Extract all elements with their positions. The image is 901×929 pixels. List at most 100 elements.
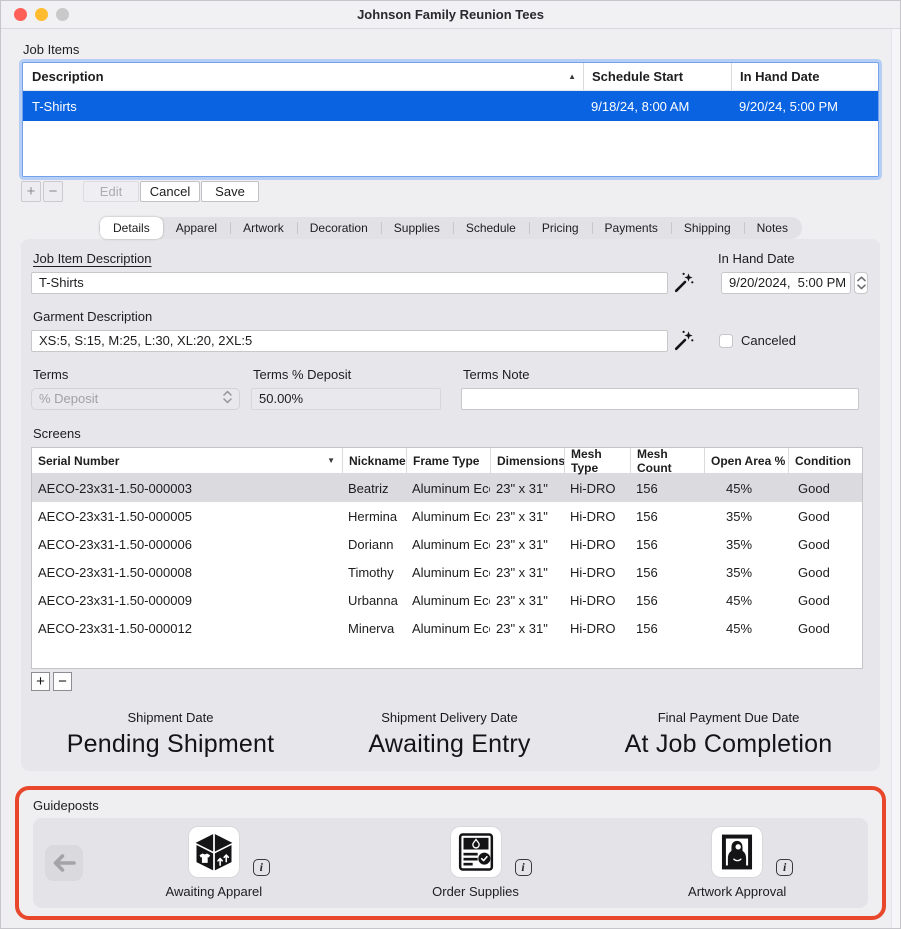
guidepost-label: Order Supplies [432, 884, 519, 899]
chevron-down-icon [857, 284, 866, 290]
screens-cell: 156 [630, 565, 704, 580]
screens-cell: 156 [630, 481, 704, 496]
screens-column-header[interactable]: Serial Number▼ [32, 448, 342, 473]
screens-cell: Good [788, 621, 862, 636]
column-header-in-hand-date[interactable]: In Hand Date [731, 63, 878, 90]
garment-description-input[interactable]: XS:5, S:15, M:25, L:30, XL:20, 2XL:5 [31, 330, 668, 352]
chevron-up-icon [857, 276, 866, 282]
column-header-label: Condition [795, 454, 851, 468]
info-icon[interactable]: i [515, 859, 532, 876]
remove-screen-button[interactable]: − [53, 672, 72, 691]
screens-cell: 23" x 31" [490, 565, 564, 580]
remove-job-item-button[interactable]: − [43, 181, 63, 202]
guideposts-label: Guideposts [33, 798, 882, 813]
tab-payments[interactable]: Payments [592, 217, 671, 239]
screens-cell: 23" x 31" [490, 621, 564, 636]
tab-notes[interactable]: Notes [744, 217, 801, 239]
screens-cell: Good [788, 481, 862, 496]
terms-deposit-field[interactable]: 50.00% [251, 388, 441, 410]
screens-column-header[interactable]: Open Area % [704, 448, 788, 473]
canceled-checkbox[interactable] [719, 334, 733, 348]
tab-decoration[interactable]: Decoration [297, 217, 381, 239]
screens-cell: 35% [704, 537, 788, 552]
job-item-description-cell: T-Shirts [23, 91, 583, 121]
screens-column-header[interactable]: Nickname [342, 448, 406, 473]
cancel-button[interactable]: Cancel [140, 181, 200, 202]
tab-supplies[interactable]: Supplies [381, 217, 453, 239]
screens-column-header[interactable]: Dimensions [490, 448, 564, 473]
screens-cell: Hi-DRO [564, 481, 630, 496]
screens-row[interactable]: AECO-23x31-1.50-000003BeatrizAluminum Ec… [32, 474, 862, 502]
back-button[interactable] [45, 845, 83, 881]
info-icon[interactable]: i [776, 859, 793, 876]
save-button[interactable]: Save [201, 181, 259, 202]
screens-cell: AECO-23x31-1.50-000012 [32, 621, 342, 636]
minimize-button[interactable] [35, 8, 48, 21]
shipment-date-label: Shipment Date [31, 710, 310, 725]
screens-cell: Hi-DRO [564, 593, 630, 608]
terms-note-label: Terms Note [463, 367, 861, 383]
add-screen-button[interactable]: + [31, 672, 50, 691]
final-payment-due-date-label: Final Payment Due Date [589, 710, 868, 725]
screens-row[interactable]: AECO-23x31-1.50-000006DoriannAluminum Ec… [32, 530, 862, 558]
magic-wand-icon[interactable] [673, 330, 695, 352]
job-item-in-hand-date-cell: 9/20/24, 5:00 PM [731, 91, 878, 121]
column-header-description[interactable]: Description ▲ [23, 63, 583, 90]
screens-cell: 23" x 31" [490, 509, 564, 524]
final-payment-due-date-value: At Job Completion [589, 730, 868, 759]
screens-row[interactable]: AECO-23x31-1.50-000008TimothyAluminum Ec… [32, 558, 862, 586]
screens-cell: 23" x 31" [490, 537, 564, 552]
tab-schedule[interactable]: Schedule [453, 217, 529, 239]
screens-column-header[interactable]: Condition [788, 448, 862, 473]
guidepost-artwork-approval[interactable]: i Artwork Approval [606, 827, 868, 899]
sort-ascending-icon: ▲ [568, 72, 576, 81]
in-hand-date-input[interactable]: 9/20/2024, 5:00 PM [721, 272, 851, 294]
column-header-schedule-start[interactable]: Schedule Start [583, 63, 731, 90]
supplies-order-icon[interactable] [451, 827, 501, 877]
guideposts-section-highlighted: Guideposts [15, 786, 886, 920]
framed-artwork-icon[interactable] [712, 827, 762, 877]
tab-pricing[interactable]: Pricing [529, 217, 592, 239]
tab-apparel[interactable]: Apparel [163, 217, 230, 239]
canceled-label: Canceled [741, 333, 796, 348]
tab-shipping[interactable]: Shipping [671, 217, 744, 239]
package-box-icon[interactable] [189, 827, 239, 877]
screens-cell: 45% [704, 481, 788, 496]
screens-header-row: Serial Number▼NicknameFrame Type Dimensio… [32, 448, 862, 474]
guidepost-label: Awaiting Apparel [166, 884, 263, 899]
guideposts-panel: i Awaiting Apparel [33, 818, 868, 908]
magic-wand-icon[interactable] [673, 272, 695, 294]
screens-row[interactable]: AECO-23x31-1.50-000012MinervaAluminum Ec… [32, 614, 862, 642]
terms-dropdown[interactable]: % Deposit [31, 388, 240, 410]
guidepost-awaiting-apparel[interactable]: i Awaiting Apparel [83, 827, 345, 899]
info-icon[interactable]: i [253, 859, 270, 876]
job-items-table: Description ▲ Schedule Start In Hand Dat… [22, 62, 879, 177]
main-content: Job Items Description ▲ Schedule Start I… [1, 42, 900, 920]
column-header-label: Dimensions [497, 454, 565, 468]
tab-artwork[interactable]: Artwork [230, 217, 297, 239]
tab-details[interactable]: Details [100, 217, 163, 239]
screens-cell: Beatriz [342, 481, 406, 496]
screens-cell: 35% [704, 565, 788, 580]
screens-column-header[interactable]: Frame Type [406, 448, 490, 473]
screens-cell: Good [788, 537, 862, 552]
screens-cell: Aluminum Eco [406, 565, 490, 580]
job-item-row-selected[interactable]: T-Shirts 9/18/24, 8:00 AM 9/20/24, 5:00 … [23, 91, 878, 121]
garment-description-label: Garment Description [33, 309, 152, 325]
screens-cell: Aluminum Eco [406, 509, 490, 524]
screens-cell: Urbanna [342, 593, 406, 608]
screens-cell: Aluminum Eco [406, 537, 490, 552]
screens-row[interactable]: AECO-23x31-1.50-000009UrbannaAluminum Ec… [32, 586, 862, 614]
add-job-item-button[interactable]: + [21, 181, 41, 202]
screens-column-header[interactable]: Mesh Type [564, 448, 630, 473]
date-stepper-control[interactable] [854, 272, 868, 294]
terms-note-input[interactable] [461, 388, 859, 410]
job-item-description-input[interactable]: T-Shirts [31, 272, 668, 294]
close-button[interactable] [14, 8, 27, 21]
screens-row[interactable]: AECO-23x31-1.50-000005HerminaAluminum Ec… [32, 502, 862, 530]
tab-bar: DetailsApparelArtworkDecorationSuppliesS… [99, 217, 802, 239]
window-scrollbar-track[interactable] [891, 29, 900, 928]
details-tab-panel: Job Item Description In Hand Date T-Shir… [21, 239, 880, 771]
screens-column-header[interactable]: Mesh Count [630, 448, 704, 473]
guidepost-order-supplies[interactable]: i Order Supplies [345, 827, 607, 899]
